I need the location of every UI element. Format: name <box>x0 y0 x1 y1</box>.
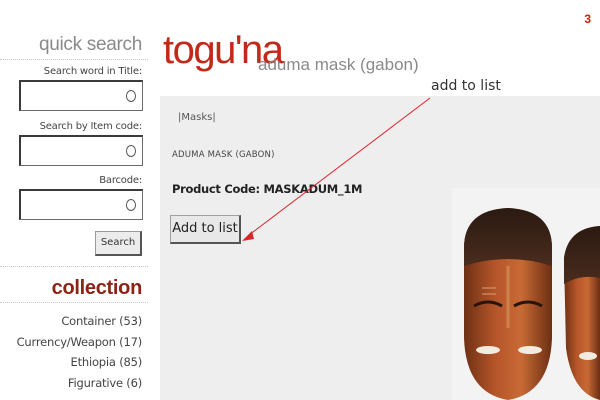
collection-title: collection <box>51 277 143 299</box>
search-itemcode-field[interactable] <box>19 135 143 166</box>
divider <box>0 302 148 303</box>
sidebar: quick search Search word in Title: Searc… <box>0 0 148 400</box>
circle-icon <box>126 145 136 157</box>
search-itemcode-input[interactable] <box>21 137 142 165</box>
quick-search-title: quick search <box>38 34 142 55</box>
product-image <box>452 188 600 400</box>
page-number: 3 <box>584 12 591 26</box>
search-itemcode-label: Search by Item code: <box>39 121 143 132</box>
annotation-label: add to list <box>431 78 501 94</box>
collection-item[interactable]: Container (53) <box>17 311 142 332</box>
barcode-label: Barcode: <box>99 175 142 186</box>
circle-icon <box>126 90 136 102</box>
divider <box>0 59 148 60</box>
circle-icon <box>126 199 136 211</box>
collection-item[interactable]: Figurative (6) <box>17 373 142 394</box>
product-code: Product Code: MASKADUM_1M <box>172 182 363 196</box>
search-title-input[interactable] <box>21 82 142 110</box>
breadcrumb[interactable]: |Masks| <box>178 112 216 123</box>
barcode-input[interactable] <box>21 191 142 219</box>
page-subtitle: aduma mask (gabon) <box>258 55 419 74</box>
search-title-label: Search word in Title: <box>43 66 142 77</box>
search-title-field[interactable] <box>19 80 143 111</box>
add-to-list-button[interactable]: Add to list <box>170 215 241 244</box>
mask-illustration <box>452 188 600 400</box>
collection-item[interactable]: Ethiopia (85) <box>17 352 143 373</box>
collection-list: Container (53) Currency/Weapon (17) Ethi… <box>17 311 143 394</box>
divider <box>0 266 148 267</box>
search-button[interactable]: Search <box>95 231 142 256</box>
barcode-field[interactable] <box>19 189 143 220</box>
product-title: ADUMA MASK (GABON) <box>172 150 275 160</box>
collection-item[interactable]: Currency/Weapon (17) <box>17 332 143 353</box>
